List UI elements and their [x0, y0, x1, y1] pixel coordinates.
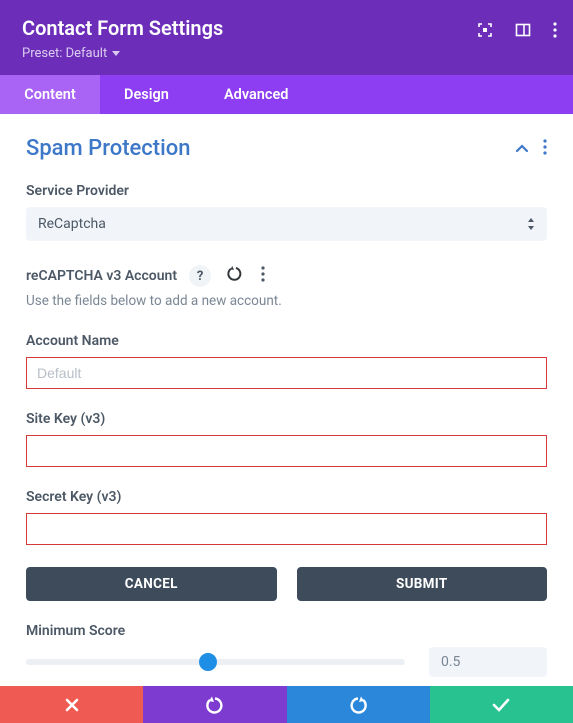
kebab-icon[interactable] [261, 266, 265, 286]
slider-thumb[interactable] [199, 653, 217, 671]
slider-fill [26, 659, 208, 665]
tab-bar: Content Design Advanced [0, 75, 573, 114]
discard-button[interactable] [0, 686, 143, 723]
recaptcha-account-row: reCAPTCHA v3 Account ? [26, 265, 547, 287]
recaptcha-account-icons: ? [189, 265, 265, 287]
cancel-button[interactable]: CANCEL [26, 567, 277, 601]
site-key-label: Site Key (v3) [26, 411, 547, 427]
site-key-input[interactable] [26, 435, 547, 467]
section-header[interactable]: Spam Protection [26, 136, 547, 161]
recaptcha-account-label: reCAPTCHA v3 Account [26, 268, 177, 284]
undo-icon [205, 696, 225, 714]
account-button-row: CANCEL SUBMIT [26, 567, 547, 601]
minimum-score-row: 0.5 [26, 647, 547, 677]
section-title: Spam Protection [26, 136, 190, 161]
secret-key-label: Secret Key (v3) [26, 489, 547, 505]
account-name-label: Account Name [26, 333, 547, 349]
service-provider-value: ReCaptcha [38, 216, 106, 232]
preset-value: Default [66, 46, 108, 61]
chevron-up-icon[interactable] [515, 139, 529, 158]
tab-advanced[interactable]: Advanced [224, 75, 374, 114]
preset-label-prefix: Preset: [22, 46, 66, 61]
footer-bar [0, 686, 573, 723]
minimum-score-label: Minimum Score [26, 623, 547, 639]
undo-button[interactable] [143, 686, 286, 723]
secret-key-input[interactable] [26, 513, 547, 545]
minimum-score-value[interactable]: 0.5 [429, 647, 547, 677]
recaptcha-helper-text: Use the fields below to add a new accoun… [26, 293, 547, 309]
kebab-icon[interactable] [543, 139, 547, 159]
reset-icon[interactable] [227, 265, 245, 287]
minimum-score-slider[interactable] [26, 659, 405, 665]
service-provider-select[interactable]: ReCaptcha [26, 207, 547, 241]
account-name-input[interactable] [26, 357, 547, 389]
redo-button[interactable] [287, 686, 430, 723]
select-arrows-icon [527, 218, 535, 230]
module-header: Contact Form Settings Preset: Default [0, 0, 573, 75]
tab-design[interactable]: Design [100, 75, 224, 114]
close-icon [65, 698, 79, 712]
header-icon-row [477, 22, 557, 38]
preset-selector[interactable]: Preset: Default [22, 46, 551, 61]
save-button[interactable] [430, 686, 573, 723]
page-title: Contact Form Settings [22, 16, 551, 40]
focus-icon[interactable] [477, 22, 493, 38]
submit-button[interactable]: SUBMIT [297, 567, 548, 601]
help-icon[interactable]: ? [189, 265, 211, 287]
caret-down-icon [112, 46, 120, 61]
section-controls [515, 139, 547, 159]
service-provider-label: Service Provider [26, 183, 547, 199]
check-icon [492, 698, 510, 712]
redo-icon [348, 696, 368, 714]
panel-icon[interactable] [515, 22, 531, 38]
tab-content[interactable]: Content [0, 75, 100, 114]
settings-body: Spam Protection Service Provider ReCaptc… [0, 114, 573, 677]
kebab-icon[interactable] [553, 22, 557, 38]
